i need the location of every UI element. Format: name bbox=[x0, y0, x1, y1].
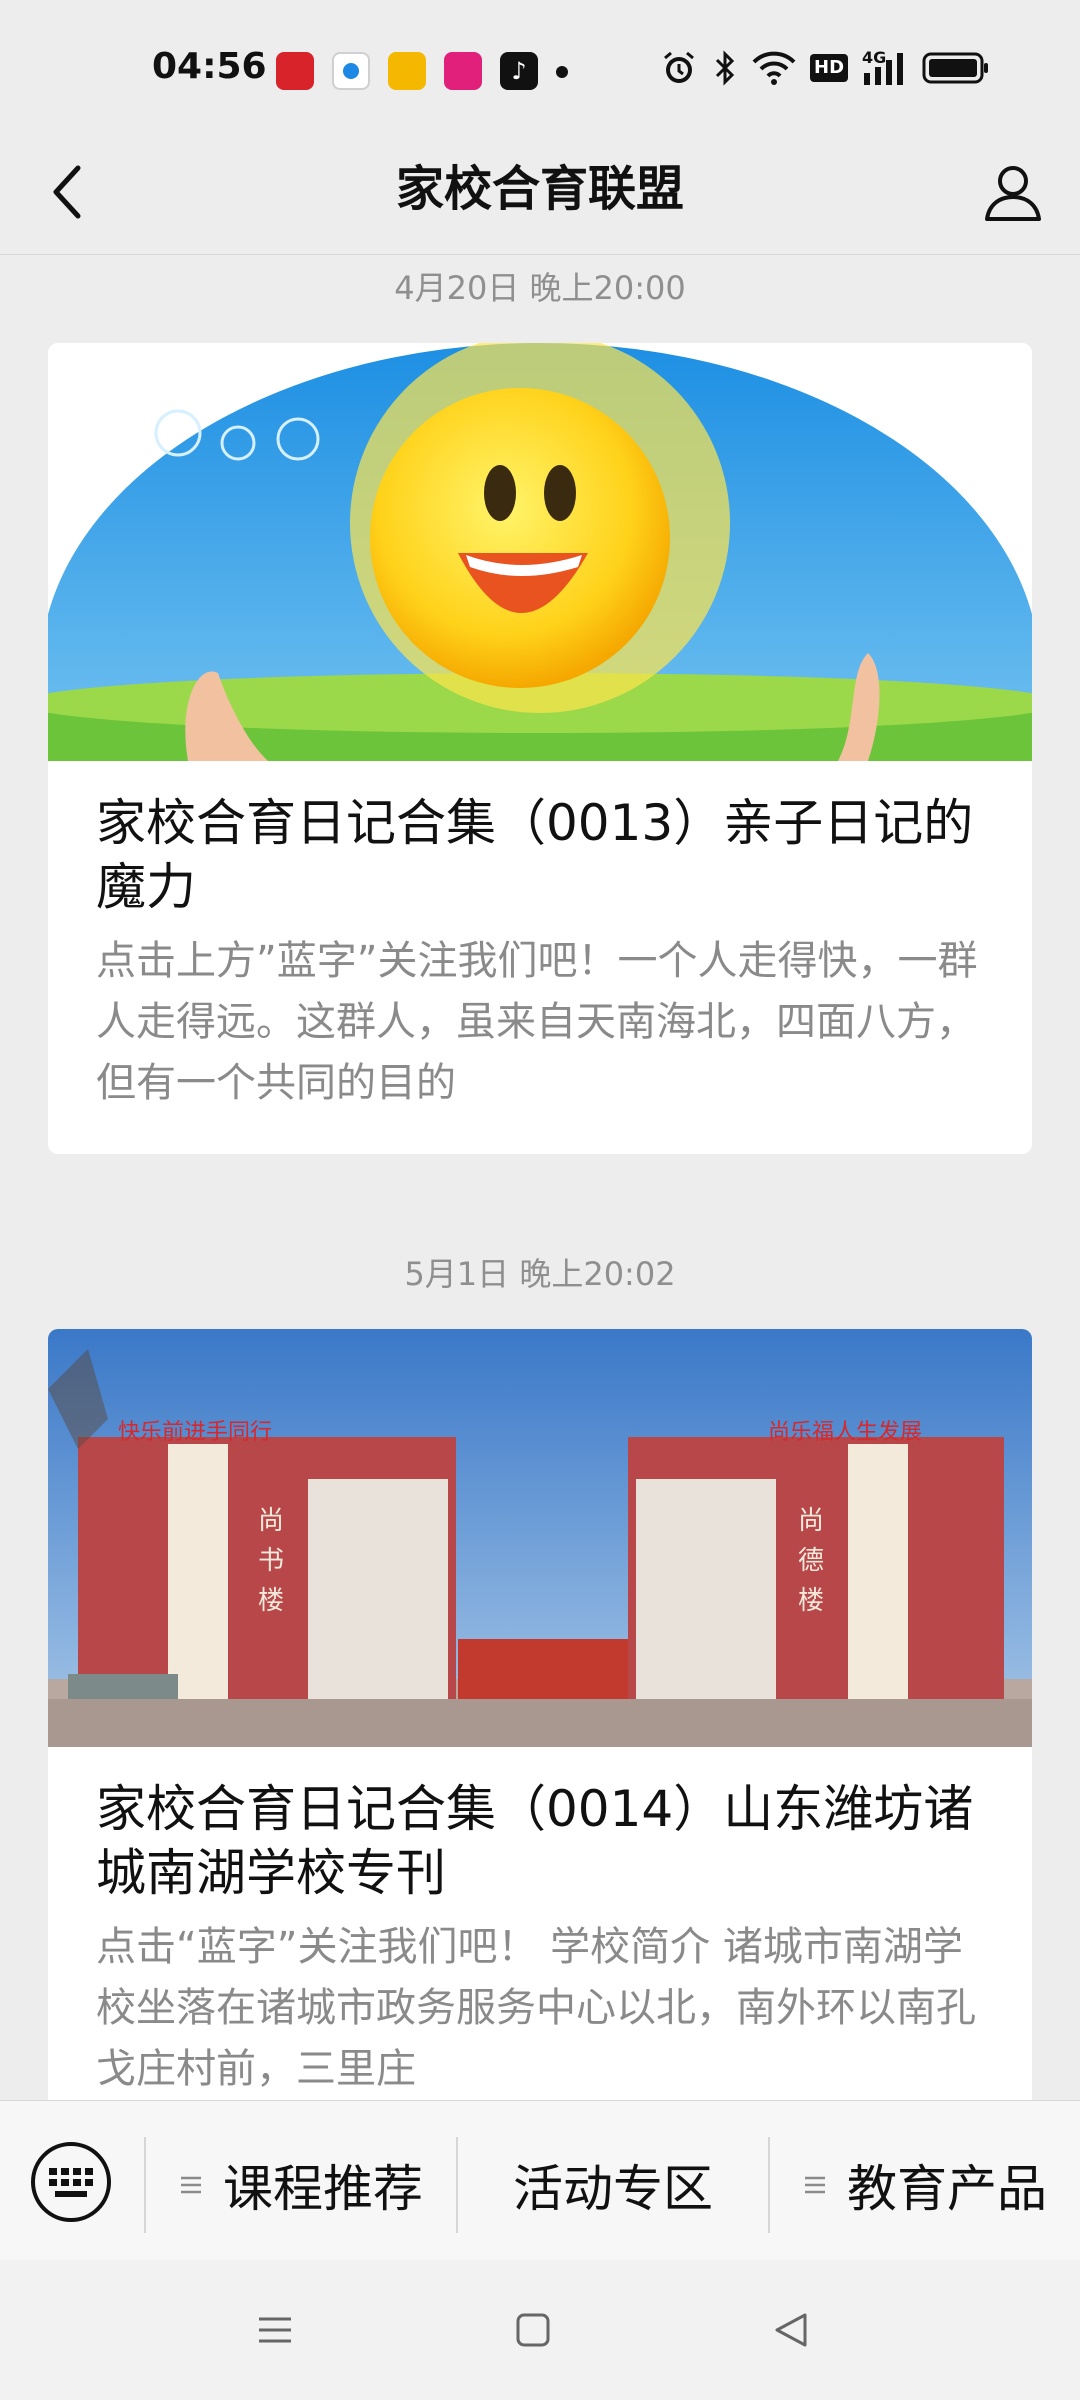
submenu-icon bbox=[805, 2176, 825, 2194]
page-title: 家校合育联盟 bbox=[395, 161, 684, 217]
svg-text:尚: 尚 bbox=[798, 1506, 824, 1536]
svg-text:书: 书 bbox=[258, 1546, 284, 1576]
article-body: 家校合育日记合集（0014）山东潍坊诸城南湖学校专刊 点击“蓝字”关注我们吧！ … bbox=[48, 1747, 1032, 2100]
hd-icon: HD bbox=[810, 48, 849, 88]
hd-label: HD bbox=[810, 54, 849, 82]
alarm-icon bbox=[660, 48, 698, 88]
system-nav-bar bbox=[0, 2260, 1080, 2400]
article-summary: 点击“蓝字”关注我们吧！ 学校简介 诸城市南湖学校坐落在诸城市政务服务中心以北，… bbox=[96, 1924, 976, 2092]
status-bar: 04:56 ♪ HD 4G bbox=[0, 0, 1080, 128]
message-timestamp: 4月20日 晚上20:00 bbox=[394, 269, 686, 307]
menu-course-recommend[interactable]: 课程推荐 bbox=[146, 2137, 456, 2233]
square-icon bbox=[516, 2313, 550, 2347]
keyboard-toggle-button[interactable] bbox=[26, 2137, 116, 2227]
svg-text:楼: 楼 bbox=[798, 1586, 824, 1616]
video-app-icon bbox=[444, 52, 482, 90]
submenu-icon bbox=[181, 2176, 201, 2194]
menu-icon bbox=[259, 2317, 291, 2343]
menu-edu-products[interactable]: 教育产品 bbox=[770, 2137, 1080, 2233]
user-icon bbox=[985, 166, 1041, 221]
reader-app-icon bbox=[388, 52, 426, 90]
profile-button[interactable] bbox=[968, 148, 1058, 238]
article-cover-image[interactable]: 快乐前进手同行 尚乐福人生发展 尚 书 楼 尚 德 楼 bbox=[48, 1329, 1032, 1747]
article-body: 家校合育日记合集（0013）亲子日记的魔力 点击上方”蓝字”关注我们吧！一个人走… bbox=[48, 761, 1032, 1154]
menu-item-label: 课程推荐 bbox=[223, 2160, 423, 2218]
menu-item-label: 教育产品 bbox=[847, 2160, 1047, 2218]
status-time: 04:56 bbox=[152, 46, 267, 87]
article-summary: 点击上方”蓝字”关注我们吧！一个人走得快，一群人走得远。这群人，虽来自天南海北，… bbox=[96, 938, 978, 1106]
news-app-icon bbox=[276, 52, 314, 90]
svg-text:尚: 尚 bbox=[258, 1506, 284, 1536]
keyboard-icon bbox=[31, 2142, 111, 2222]
article-card[interactable]: 快乐前进手同行 尚乐福人生发展 尚 书 楼 尚 德 楼 家校合育日记合集（001… bbox=[48, 1329, 1032, 2100]
svg-text:尚乐福人生发展: 尚乐福人生发展 bbox=[768, 1420, 922, 1445]
network-label: 4G bbox=[862, 48, 887, 67]
menu-item-label: 活动专区 bbox=[513, 2160, 713, 2218]
top-nav-bar: 家校合育联盟 bbox=[0, 128, 1080, 255]
svg-text:快乐前进手同行: 快乐前进手同行 bbox=[118, 1420, 272, 1445]
wifi-icon bbox=[752, 48, 796, 88]
triangle-back-icon bbox=[775, 2313, 807, 2347]
bottom-menu-bar: 课程推荐 活动专区 教育产品 bbox=[0, 2100, 1080, 2261]
browser-app-icon bbox=[332, 52, 370, 90]
article-feed[interactable]: 4月20日 晚上20:00 家校合育日记合集（0013）亲子日记的魔力 点击上方… bbox=[0, 255, 1080, 2100]
battery-icon bbox=[922, 48, 990, 88]
more-notifications-dot bbox=[556, 66, 568, 78]
article-title[interactable]: 家校合育日记合集（0013）亲子日记的魔力 bbox=[96, 791, 984, 919]
notification-icons: ♪ bbox=[276, 52, 538, 90]
article-title[interactable]: 家校合育日记合集（0014）山东潍坊诸城南湖学校专刊 bbox=[96, 1777, 984, 1905]
system-back-button[interactable] bbox=[756, 2300, 826, 2360]
menu-activities[interactable]: 活动专区 bbox=[458, 2137, 768, 2233]
svg-text:楼: 楼 bbox=[258, 1586, 284, 1616]
system-icons: HD 4G bbox=[660, 48, 990, 88]
tiktok-app-icon: ♪ bbox=[500, 52, 538, 90]
article-card[interactable]: 家校合育日记合集（0013）亲子日记的魔力 点击上方”蓝字”关注我们吧！一个人走… bbox=[48, 343, 1032, 1154]
article-cover-image[interactable] bbox=[48, 343, 1032, 761]
home-button[interactable] bbox=[498, 2300, 568, 2360]
message-timestamp: 5月1日 晚上20:02 bbox=[404, 1255, 676, 1293]
signal-4g-icon: 4G bbox=[862, 48, 908, 88]
recent-apps-button[interactable] bbox=[240, 2300, 310, 2360]
bluetooth-icon bbox=[712, 48, 738, 88]
svg-text:德: 德 bbox=[798, 1546, 824, 1576]
